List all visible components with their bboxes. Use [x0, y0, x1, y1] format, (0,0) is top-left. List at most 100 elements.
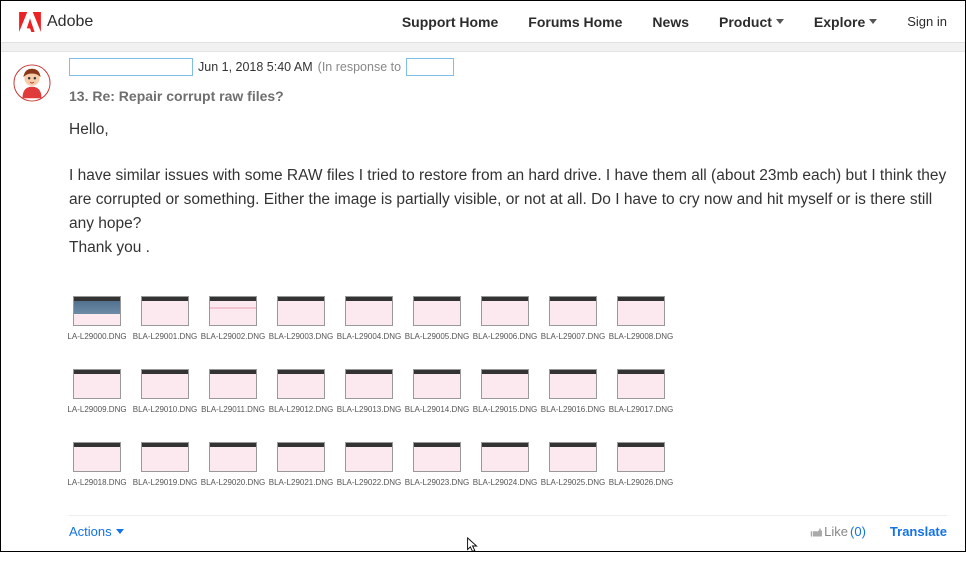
thumbnail[interactable]: BLA-L29014.DNG: [409, 369, 465, 414]
chevron-down-icon: [116, 529, 124, 534]
thumbnail-label: BLA-L29026.DNG: [609, 478, 673, 487]
thumbnail-label: BLA-L29024.DNG: [473, 478, 537, 487]
chevron-down-icon: [776, 19, 784, 24]
thumbnail-image: [617, 296, 665, 326]
in-response-to-label: (In response to: [318, 60, 401, 74]
post-paragraph: Hello,: [69, 118, 947, 142]
thumbnail-image: [617, 369, 665, 399]
thumbnail[interactable]: BLA-L29003.DNG: [273, 296, 329, 341]
thumb-row: LA-L29000.DNG BLA-L29001.DNG BLA-L29002.DN…: [69, 296, 947, 341]
thumbnail-image: [549, 369, 597, 399]
thumbnail-label: BLA-L29008.DNG: [609, 332, 673, 341]
thumbnail[interactable]: BLA-L29011.DNG: [205, 369, 261, 414]
like-button[interactable]: Like (0): [810, 524, 866, 539]
thumbnail-label: BLA-L29014.DNG: [405, 405, 469, 414]
thumbnail[interactable]: BLA-L29016.DNG: [545, 369, 601, 414]
thumbnail[interactable]: BLA-L29002.DNG: [205, 296, 261, 341]
thumbnail-label: BLA-L29020.DNG: [201, 478, 265, 487]
thumbnail-image: [481, 369, 529, 399]
thumbnail[interactable]: BLA-L29023.DNG: [409, 442, 465, 487]
thumbnail-image: [617, 442, 665, 472]
post-actions: Actions Like (0) Translate: [69, 515, 947, 539]
post-paragraph: Thank you .: [69, 236, 947, 260]
nav-explore[interactable]: Explore: [814, 14, 877, 30]
thumbnail[interactable]: BLA-L29017.DNG: [613, 369, 669, 414]
thumbnail[interactable]: BLA-L29005.DNG: [409, 296, 465, 341]
thumbnail-label: BLA-L29015.DNG: [473, 405, 537, 414]
post-body: Hello, I have similar issues with some R…: [69, 118, 947, 260]
thumbnail[interactable]: LA-L29009.DNG: [69, 369, 125, 414]
thumbnail-image: [549, 296, 597, 326]
thumbnail[interactable]: BLA-L29025.DNG: [545, 442, 601, 487]
thumbnail-label: BLA-L29021.DNG: [269, 478, 333, 487]
actions-menu[interactable]: Actions: [69, 524, 124, 539]
thumbnail-image: [73, 442, 121, 472]
like-count: (0): [850, 524, 866, 539]
thumbnail-image: [481, 296, 529, 326]
thumbnail-label: BLA-L29005.DNG: [405, 332, 469, 341]
thumbnail-label: BLA-L29022.DNG: [337, 478, 401, 487]
adobe-logo-icon: [19, 12, 41, 32]
nav-forums-home[interactable]: Forums Home: [528, 14, 622, 30]
post-meta: Jun 1, 2018 5:40 AM (In response to: [69, 58, 947, 76]
author-link[interactable]: [69, 58, 193, 76]
thumbnail-label: LA-L29018.DNG: [67, 478, 126, 487]
thumbnail[interactable]: BLA-L29024.DNG: [477, 442, 533, 487]
translate-link[interactable]: Translate: [890, 524, 947, 539]
thumbnail-image: [413, 296, 461, 326]
thumb-row: LA-L29018.DNG BLA-L29019.DNG BLA-L29020.DN…: [69, 442, 947, 487]
thumbnail[interactable]: BLA-L29008.DNG: [613, 296, 669, 341]
thumbnail[interactable]: BLA-L29019.DNG: [137, 442, 193, 487]
thumbnail-image: [345, 442, 393, 472]
thumbnail-label: BLA-L29025.DNG: [541, 478, 605, 487]
thumbnail-image: [413, 442, 461, 472]
thumbnail-image: [277, 442, 325, 472]
thumbnail[interactable]: BLA-L29026.DNG: [613, 442, 669, 487]
thumbnail[interactable]: BLA-L29006.DNG: [477, 296, 533, 341]
in-response-to-link[interactable]: [406, 58, 454, 76]
post-title[interactable]: 13. Re: Repair corrupt raw files?: [69, 88, 947, 104]
nav-product[interactable]: Product: [719, 14, 784, 30]
thumbnail-image: [345, 296, 393, 326]
nav-support-home[interactable]: Support Home: [402, 14, 498, 30]
thumbnail-image: [549, 442, 597, 472]
thumbnail-image: [209, 442, 257, 472]
forum-post: Jun 1, 2018 5:40 AM (In response to 13. …: [1, 52, 965, 551]
thumbnail[interactable]: BLA-L29012.DNG: [273, 369, 329, 414]
thumbnail-label: BLA-L29012.DNG: [269, 405, 333, 414]
thumbnail-image: [209, 296, 257, 326]
post-paragraph: I have similar issues with some RAW file…: [69, 164, 947, 236]
nav-items: Support Home Forums Home News Product Ex…: [402, 14, 877, 30]
brand-text: Adobe: [47, 13, 93, 31]
thumbnail[interactable]: LA-L29000.DNG: [69, 296, 125, 341]
thumbnail[interactable]: BLA-L29015.DNG: [477, 369, 533, 414]
sign-in-link[interactable]: Sign in: [907, 14, 947, 29]
thumbnail[interactable]: BLA-L29020.DNG: [205, 442, 261, 487]
thumbnail[interactable]: BLA-L29001.DNG: [137, 296, 193, 341]
thumbnail[interactable]: BLA-L29007.DNG: [545, 296, 601, 341]
thumbnail-label: LA-L29000.DNG: [67, 332, 126, 341]
thumbnail-image: [141, 442, 189, 472]
thumbnail[interactable]: LA-L29018.DNG: [69, 442, 125, 487]
thumbnail-label: BLA-L29004.DNG: [337, 332, 401, 341]
thumbnail[interactable]: BLA-L29004.DNG: [341, 296, 397, 341]
thumbnail[interactable]: BLA-L29010.DNG: [137, 369, 193, 414]
thumbnail-label: BLA-L29019.DNG: [133, 478, 197, 487]
thumbnail-label: BLA-L29017.DNG: [609, 405, 673, 414]
thumbnail-label: BLA-L29006.DNG: [473, 332, 537, 341]
thumbnail-label: BLA-L29016.DNG: [541, 405, 605, 414]
thumbnail[interactable]: BLA-L29013.DNG: [341, 369, 397, 414]
thumbnail[interactable]: BLA-L29021.DNG: [273, 442, 329, 487]
thumbnail-label: BLA-L29023.DNG: [405, 478, 469, 487]
thumbnail-image: [141, 296, 189, 326]
thumbnail[interactable]: BLA-L29022.DNG: [341, 442, 397, 487]
avatar[interactable]: [13, 64, 51, 102]
nav-news[interactable]: News: [652, 14, 689, 30]
adobe-logo[interactable]: Adobe: [19, 12, 93, 32]
thumbnail-image: [73, 296, 121, 326]
thumbnail-label: BLA-L29010.DNG: [133, 405, 197, 414]
thumbnail-label: BLA-L29007.DNG: [541, 332, 605, 341]
thumbnail-image: [277, 369, 325, 399]
post-date: Jun 1, 2018 5:40 AM: [198, 60, 313, 74]
thumb-row: LA-L29009.DNG BLA-L29010.DNG BLA-L29011.DN…: [69, 369, 947, 414]
